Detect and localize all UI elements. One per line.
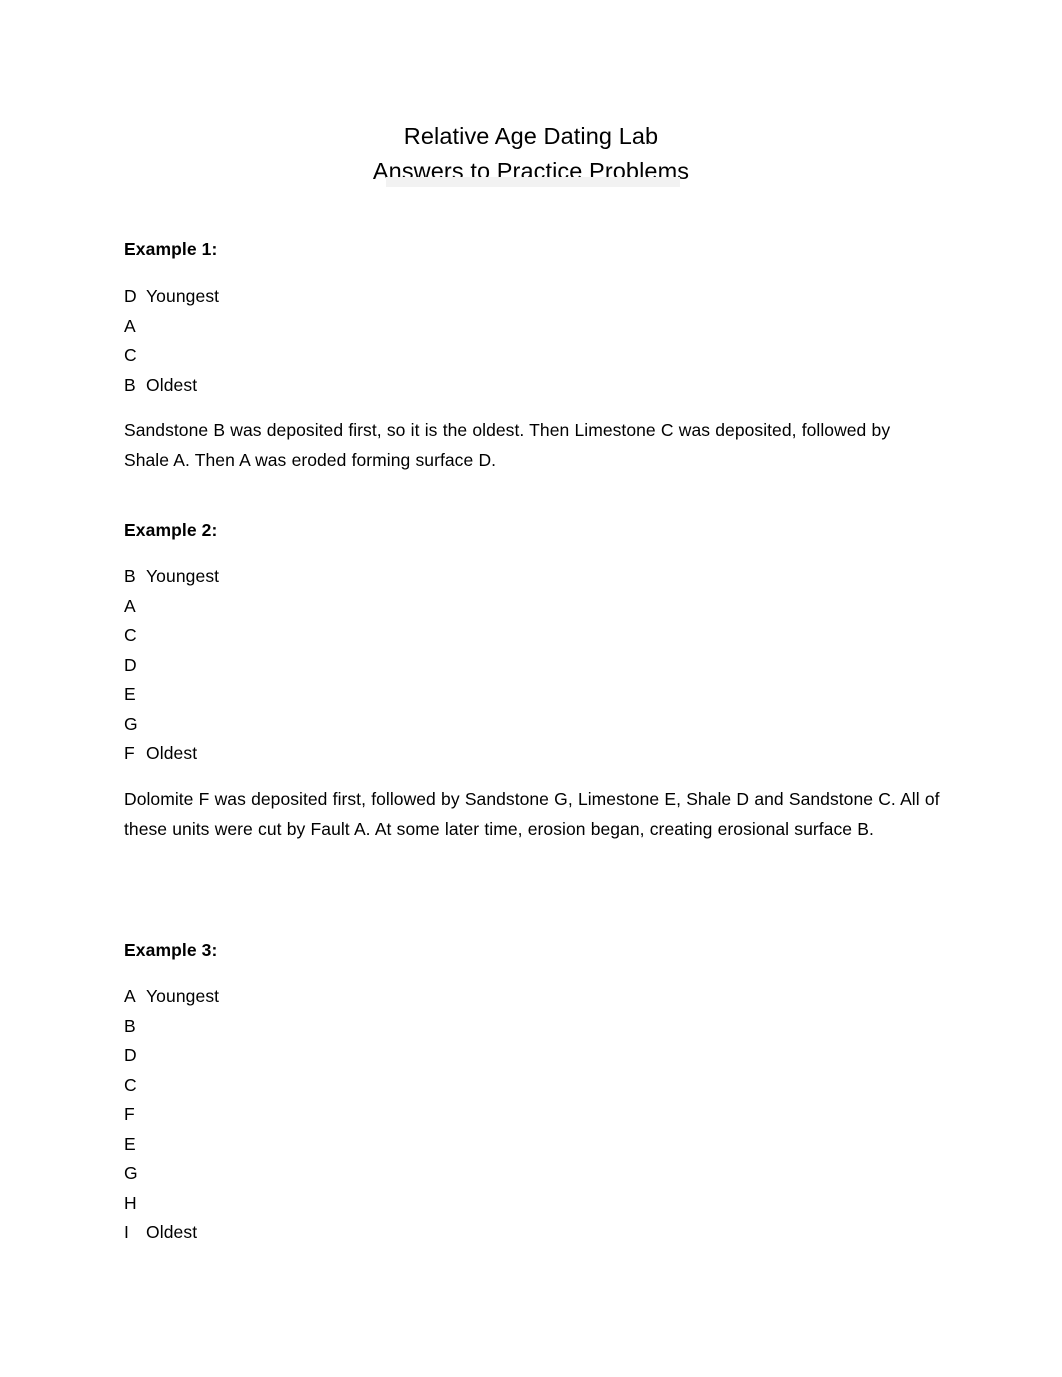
example-1-explanation-text: Sandstone B was deposited first, so it i… [124,420,891,470]
list-item: F Oldest [124,739,954,769]
sequence-label: Oldest [146,374,198,395]
list-item: F [124,1100,954,1130]
sequence-letter: D [124,286,137,306]
list-item: E [124,1130,954,1160]
section-heading-example-3: Example 3: [124,938,954,962]
sequence-letter: G [124,1163,138,1183]
sequence-label [139,596,146,616]
list-item: D [124,1041,954,1071]
sequence-letter: F [124,1104,135,1124]
sequence-letter: B [124,566,136,586]
document-page: Relative Age Dating Lab Answers to Pract… [0,0,1062,1377]
sequence-label [139,684,146,704]
sequence-letter: B [124,1015,136,1036]
list-item: A [124,312,954,342]
page-title: Relative Age Dating Lab [403,123,659,149]
sequence-letter: D [124,1045,137,1065]
sequence-label [139,714,146,734]
list-item: I Oldest [124,1218,954,1248]
sequence-label [139,655,146,675]
example-2-explanation-text: Dolomite F was deposited first, followed… [124,789,940,839]
section-heading-example-1: Example 1: [124,237,954,261]
sequence-label [139,1045,146,1065]
example-2-explanation: Dolomite F was deposited first, followed… [124,785,952,844]
sequence-label [139,1016,146,1036]
sequence-letter: D [124,654,137,675]
sequence-label [139,1075,146,1095]
list-item: G [124,1159,954,1189]
sequence-label [139,316,146,336]
list-item: A Youngest [124,982,954,1012]
list-item: D [124,651,954,681]
sequence-label: Oldest [146,1222,198,1242]
section-heading-example-2: Example 2: [124,518,954,542]
sequence-label [139,1104,146,1124]
sequence-letter: E [124,1133,136,1154]
list-item: B [124,1012,954,1042]
sequence-letter: I [124,1222,129,1242]
example-2-sequence-list: B Youngest A C D E G F Oldest [124,562,954,769]
example-1-explanation: Sandstone B was deposited first, so it i… [124,416,934,475]
list-item: C [124,621,954,651]
page-subtitle: Answers to Practice Problems [372,158,690,184]
list-item: B Oldest [124,371,954,401]
example-1-heading-text: Example 1: [124,239,218,259]
list-item: B Youngest [124,562,954,592]
sequence-label [139,1163,146,1183]
list-item: C [124,341,954,371]
sequence-letter: B [124,374,136,395]
sequence-letter: G [124,713,138,734]
sequence-letter: A [124,986,136,1006]
list-item: D Youngest [124,282,954,312]
list-item: A [124,592,954,622]
sequence-letter: H [124,1192,137,1213]
sequence-label: Youngest [146,286,220,306]
sequence-label [139,345,146,365]
sequence-label [139,1134,146,1154]
list-item: G [124,710,954,740]
sequence-letter: C [124,1074,137,1095]
document-title-block: Relative Age Dating Lab Answers to Pract… [0,119,1062,189]
sequence-letter: F [124,743,135,763]
sequence-letter: C [124,345,137,365]
sequence-label [139,1193,146,1213]
example-3-heading-text: Example 3: [124,940,218,960]
list-item: C [124,1071,954,1101]
list-item: E [124,680,954,710]
sequence-label: Oldest [146,743,198,763]
example-2-heading-text: Example 2: [124,520,218,540]
sequence-label [139,625,146,645]
sequence-letter: C [124,625,137,645]
sequence-label: Youngest [146,986,220,1006]
example-3-sequence-list: A Youngest B D C F E G H I Oldest [124,982,954,1248]
sequence-letter: A [124,595,136,616]
sequence-label: Youngest [146,566,220,586]
list-item: H [124,1189,954,1219]
sequence-letter: E [124,684,136,704]
sequence-letter: A [124,315,136,336]
example-1-sequence-list: D Youngest A C B Oldest [124,282,954,400]
